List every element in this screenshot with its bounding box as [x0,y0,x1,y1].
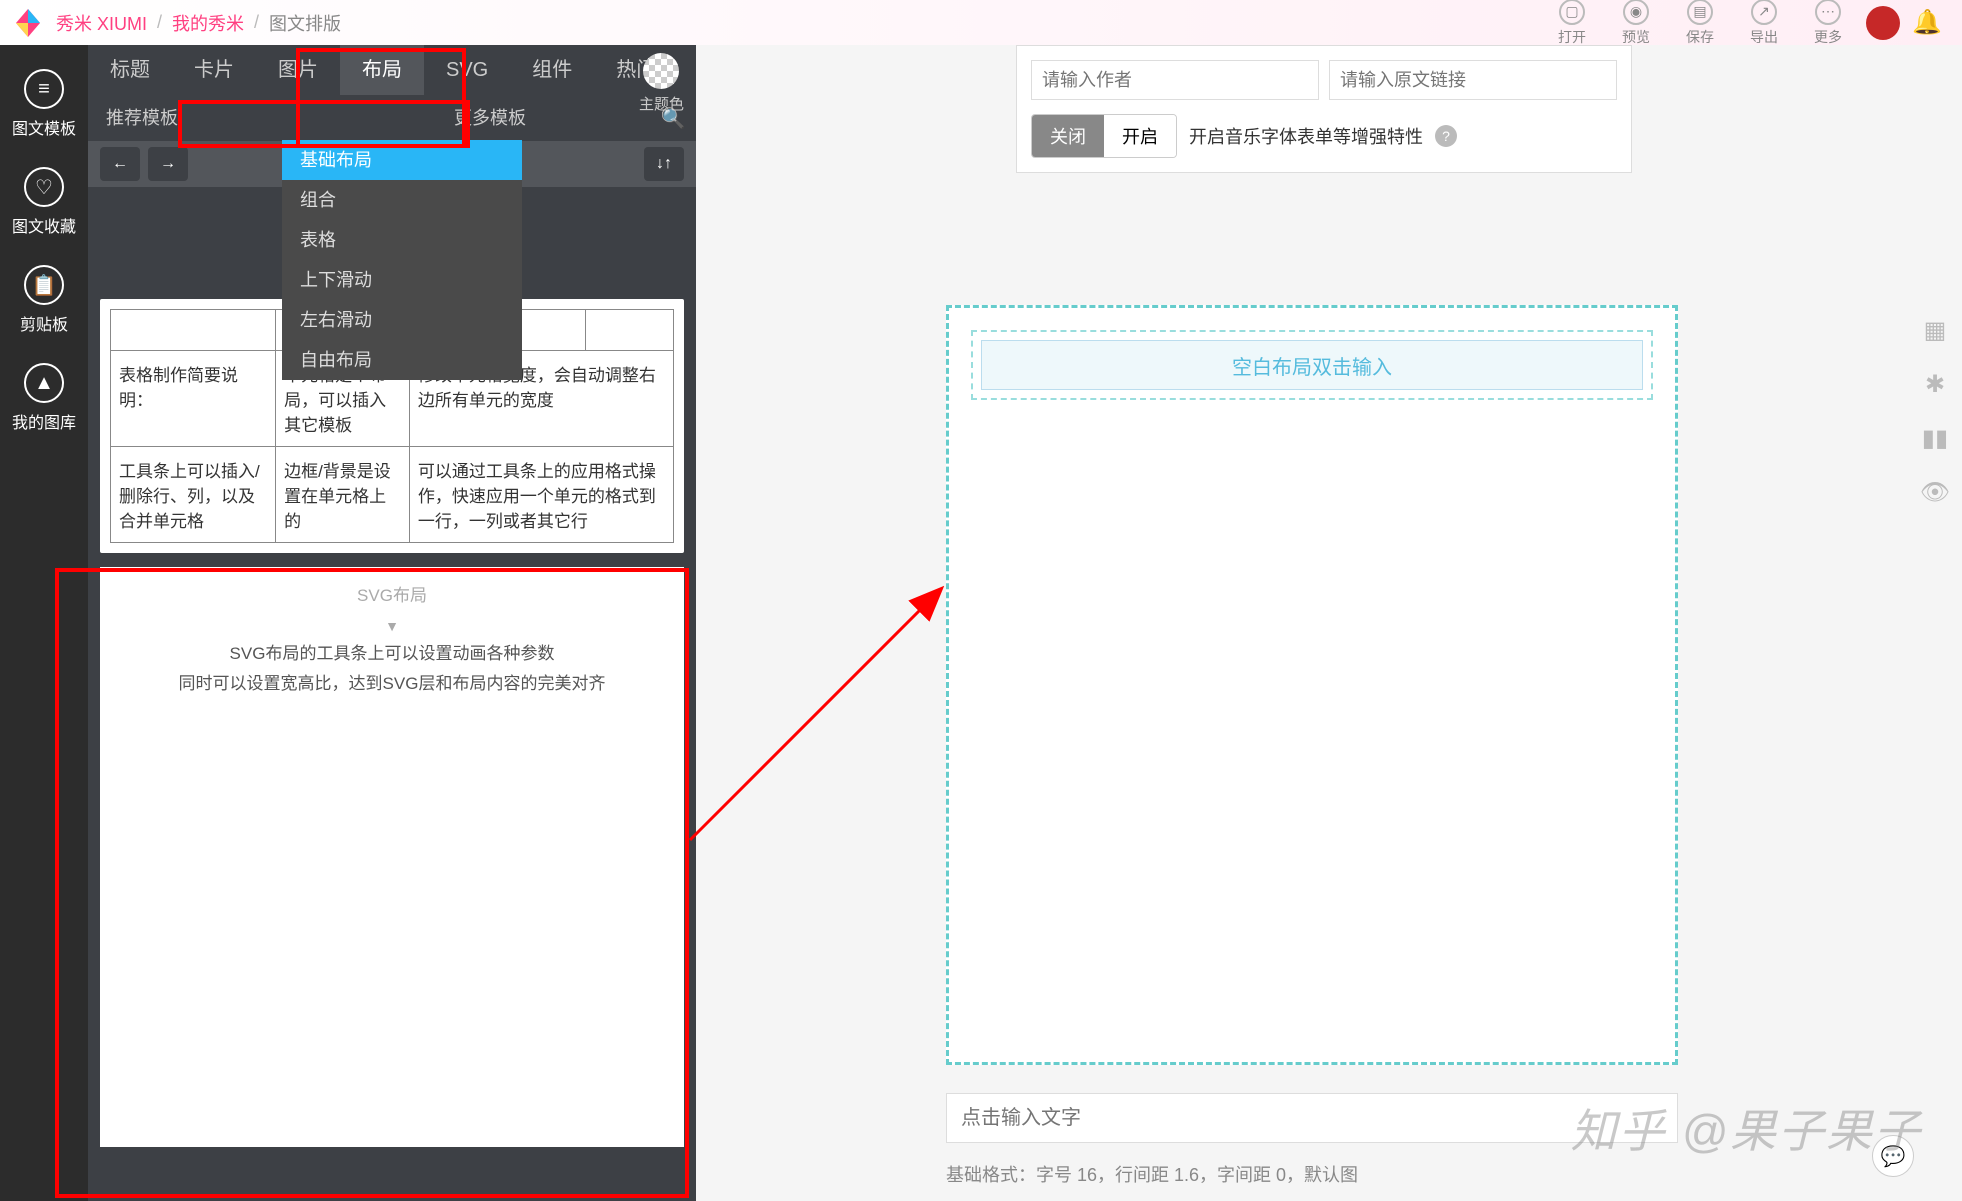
theme-color-picker[interactable]: 主题色 [639,53,684,114]
save-button[interactable]: ▤保存 [1686,0,1714,47]
dropdown-hscroll[interactable]: 左右滑动 [282,300,522,340]
main-tabs: 标题 卡片 图片 布局 SVG 组件 热门 主题色 [88,45,696,95]
chat-icon: 💬 [1881,1144,1906,1169]
editor-area: 关闭 开启 开启音乐字体表单等增强特性 ? 空白布局双击输入 ▦ ✱ ▮▮ 👁 … [696,45,1962,1201]
breadcrumb-page: 图文排版 [269,10,341,36]
subtab-recommend[interactable]: 推荐模板 [88,95,196,141]
author-input[interactable] [1031,60,1319,100]
table-cell: 边框/背景是设置在单元格上的 [276,447,410,543]
tab-layout[interactable]: 布局 [340,45,424,95]
svg-sample-line1: SVG布局的工具条上可以设置动画各种参数 [114,639,670,670]
table-cell: 工具条上可以插入/删除行、列，以及合并单元格 [111,447,276,543]
layout-dropdown: 基础布局 组合 表格 上下滑动 左右滑动 自由布局 [282,140,522,380]
left-sidebar: ≡图文模板 ♡图文收藏 📋剪贴板 ▲我的图库 [0,45,88,1201]
chart-tool[interactable]: ▮▮ [1920,423,1950,453]
tab-title[interactable]: 标题 [88,45,172,95]
arrow-right-icon: → [160,155,176,173]
article-meta-box: 关闭 开启 开启音乐字体表单等增强特性 ? [1016,45,1632,173]
dropdown-basic-layout[interactable]: 基础布局 [282,140,522,180]
user-avatar[interactable] [1866,6,1900,40]
app-logo [12,7,44,39]
gear-tool[interactable]: ✱ [1920,369,1950,399]
blank-layout-field[interactable]: 空白布局双击输入 [981,340,1643,390]
sort-icon: ↓↑ [656,155,672,173]
svg-sample-line2: 同时可以设置宽高比，达到SVG层和布局内容的完美对齐 [114,669,670,700]
text-input[interactable] [946,1093,1678,1143]
source-link-input[interactable] [1329,60,1617,100]
breadcrumb-brand[interactable]: 秀米 XIUMI [56,10,147,36]
dropdown-free[interactable]: 自由布局 [282,340,522,380]
template-content: — 表格制作简要说明： 单元格是个布局，可以插入其它模板 修改单元格宽度，会自动… [88,247,696,1159]
gear-icon: ✱ [1925,370,1945,399]
nav-back-button[interactable]: ← [100,147,140,181]
enhance-label: 开启音乐字体表单等增强特性 [1189,123,1423,149]
eye-icon: 👁 [1920,478,1950,507]
grid-tool[interactable]: ▦ [1920,315,1950,345]
avatar-area: 🔔 [1866,6,1942,40]
sub-tabs: 推荐模板 更多模板 🔍 [88,95,696,141]
top-header: 秀米 XIUMI / 我的秀米 / 图文排版 ▢打开 ◉预览 ▤保存 ↗导出 ⋯… [0,0,1962,45]
folder-icon: ▢ [1559,0,1585,25]
more-button[interactable]: ⋯更多 [1814,0,1842,47]
image-icon: ▲ [24,363,64,403]
canvas-wrap: 空白布局双击输入 [946,305,1678,1065]
tab-card[interactable]: 卡片 [172,45,256,95]
export-button[interactable]: ↗导出 [1750,0,1778,47]
sidebar-gallery[interactable]: ▲我的图库 [0,349,88,447]
arrow-left-icon: ← [112,155,128,173]
right-tools: ▦ ✱ ▮▮ 👁 [1920,315,1950,507]
bottom-input-wrap [946,1093,1678,1143]
sort-button[interactable]: ↓↑ [644,147,684,181]
tab-svg[interactable]: SVG [424,45,510,95]
sidebar-templates[interactable]: ≡图文模板 [0,55,88,153]
table-cell: 可以通过工具条上的应用格式操作，快速应用一个单元的格式到一行，一列或者其它行 [409,447,673,543]
canvas-container[interactable]: 空白布局双击输入 [946,305,1678,1065]
chart-icon: ▮▮ [1922,424,1948,453]
dropdown-vscroll[interactable]: 上下滑动 [282,260,522,300]
preview-button[interactable]: ◉预览 [1622,0,1650,47]
open-button[interactable]: ▢打开 [1558,0,1586,47]
dropdown-table[interactable]: 表格 [282,220,522,260]
top-actions: ▢打开 ◉预览 ▤保存 ↗导出 ⋯更多 [1558,0,1842,47]
bell-icon[interactable]: 🔔 [1912,8,1942,37]
grid-icon: ▦ [1924,316,1947,345]
eye-icon: ◉ [1623,0,1649,25]
table-cell: 表格制作简要说明： [111,351,276,447]
breadcrumb: 秀米 XIUMI / 我的秀米 / 图文排版 [52,10,345,36]
sidebar-favorites[interactable]: ♡图文收藏 [0,153,88,251]
sidebar-clipboard[interactable]: 📋剪贴板 [0,251,88,349]
enhance-toggle: 关闭 开启 [1031,114,1177,158]
help-float-button[interactable]: 💬 [1872,1135,1914,1177]
canvas-inner: 空白布局双击输入 [971,330,1653,400]
toggle-open[interactable]: 开启 [1104,115,1176,157]
nav-forward-button[interactable]: → [148,147,188,181]
checker-icon [643,53,679,89]
template-svg-sample[interactable]: SVG布局 ▼ SVG布局的工具条上可以设置动画各种参数 同时可以设置宽高比，达… [100,567,684,1147]
dropdown-combo[interactable]: 组合 [282,180,522,220]
template-panel: 标题 卡片 图片 布局 SVG 组件 热门 主题色 推荐模板 更多模板 🔍 ← … [88,45,696,1201]
heart-icon: ♡ [24,167,64,207]
export-icon: ↗ [1751,0,1777,25]
help-icon[interactable]: ? [1435,125,1457,147]
format-status: 基础格式：字号 16，行间距 1.6，字间距 0，默认图 [946,1161,1358,1187]
menu-icon: ≡ [24,69,64,109]
svg-sample-title: SVG布局 [114,581,670,612]
subtab-more[interactable]: 更多模板 [436,95,544,141]
toggle-close[interactable]: 关闭 [1032,115,1104,157]
tab-component[interactable]: 组件 [510,45,594,95]
more-icon: ⋯ [1815,0,1841,25]
clipboard-icon: 📋 [24,265,64,305]
breadcrumb-mine[interactable]: 我的秀米 [172,10,244,36]
chevron-down-icon: ▼ [114,614,670,639]
preview-tool[interactable]: 👁 [1920,477,1950,507]
save-icon: ▤ [1687,0,1713,25]
tab-image[interactable]: 图片 [256,45,340,95]
